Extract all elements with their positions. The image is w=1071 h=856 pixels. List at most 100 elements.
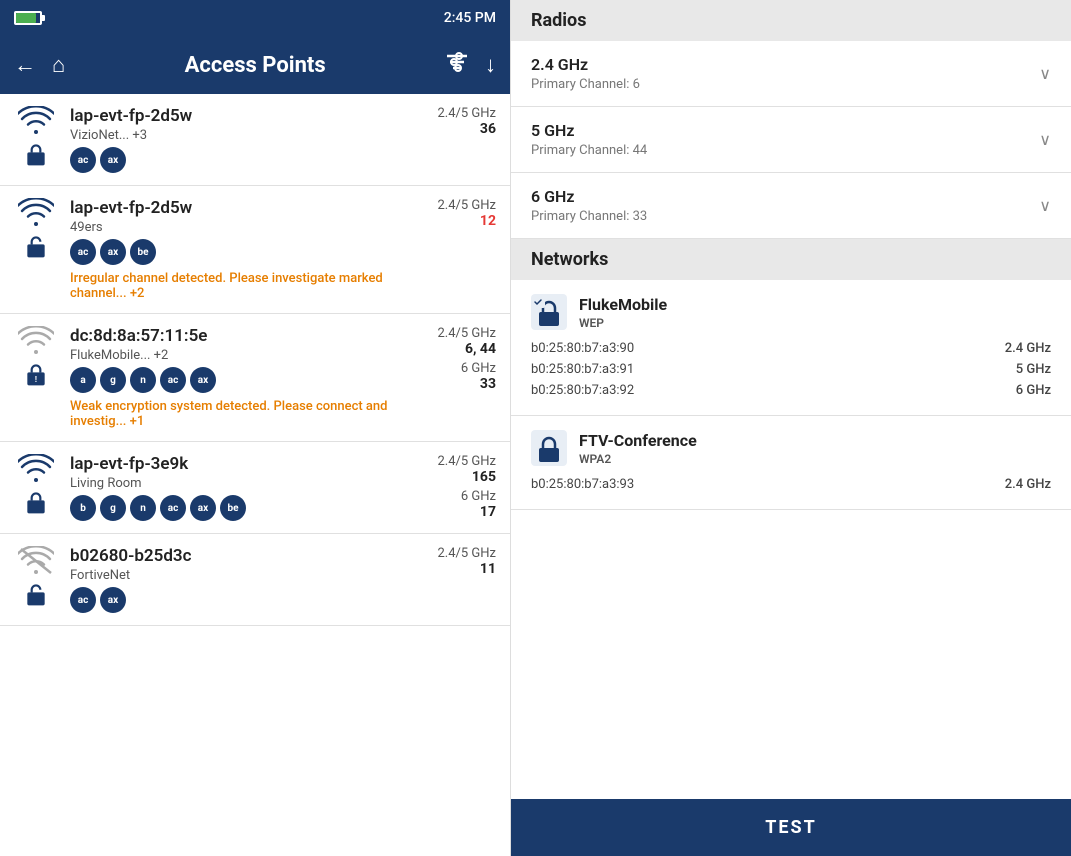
- ap-channel-info: 2.4/5 GHz 36: [426, 106, 496, 137]
- ap-details: lap-evt-fp-2d5w VizioNet... +3 ac ax: [70, 106, 414, 173]
- radio-channel: Primary Channel: 6: [531, 77, 640, 92]
- badge-b: b: [70, 495, 96, 521]
- page-title: Access Points: [81, 53, 429, 78]
- badge-be: be: [130, 239, 156, 265]
- network-wep-lock-icon: [531, 294, 567, 330]
- badge-g: g: [100, 367, 126, 393]
- network-lock-icon: [531, 430, 567, 466]
- ap-badges: a g n ac ax: [70, 367, 414, 393]
- badge-ax: ax: [190, 495, 216, 521]
- ap-badges: ac ax: [70, 587, 414, 613]
- ap-channel-info: 2.4/5 GHz 6, 44 6 GHz 33: [426, 326, 496, 392]
- radio-name: 6 GHz: [531, 187, 647, 206]
- ap-channel-info: 2.4/5 GHz 12: [426, 198, 496, 229]
- ap-signal-area: [14, 198, 58, 260]
- network-row: b0:25:80:b7:a3:90 2.4 GHz: [531, 338, 1051, 359]
- ap-signal-area: [14, 454, 58, 516]
- ap-warning: Irregular channel detected. Please inves…: [70, 271, 414, 301]
- ap-network: Living Room: [70, 476, 414, 491]
- left-panel: 2:45 PM ← ⌂ Access Points ↓: [0, 0, 510, 856]
- lock-open-icon: [23, 582, 49, 608]
- network-type: WEP: [579, 316, 667, 330]
- ap-details: dc:8d:8a:57:11:5e FlukeMobile... +2 a g …: [70, 326, 414, 429]
- radio-name: 5 GHz: [531, 121, 647, 140]
- badge-n: n: [130, 367, 156, 393]
- badge-ax: ax: [100, 147, 126, 173]
- ap-signal-area: [14, 106, 58, 168]
- filter-button[interactable]: [445, 52, 469, 78]
- access-point-list: lap-evt-fp-2d5w VizioNet... +3 ac ax 2.4…: [0, 94, 510, 856]
- chevron-down-icon: ∨: [1039, 64, 1051, 83]
- ap-signal-area: !: [14, 326, 58, 388]
- test-button[interactable]: TEST: [511, 799, 1071, 856]
- ap-warning: Weak encryption system detected. Please …: [70, 399, 414, 429]
- frequency: 6 GHz: [1016, 383, 1051, 398]
- mac-address: b0:25:80:b7:a3:93: [531, 477, 634, 492]
- radio-item-24ghz[interactable]: 2.4 GHz Primary Channel: 6 ∨: [511, 41, 1071, 107]
- radio-channel: Primary Channel: 33: [531, 209, 647, 224]
- lock-closed-icon: [23, 142, 49, 168]
- wifi-strong-icon: [18, 454, 54, 484]
- ap-name: lap-evt-fp-2d5w: [70, 198, 414, 218]
- lock-warning-icon: !: [23, 362, 49, 388]
- ap-name: lap-evt-fp-2d5w: [70, 106, 414, 126]
- ap-badges: b g n ac ax be: [70, 495, 414, 521]
- network-row: b0:25:80:b7:a3:93 2.4 GHz: [531, 474, 1051, 495]
- networks-section-header: Networks: [511, 239, 1071, 280]
- ap-badges: ac ax be: [70, 239, 414, 265]
- badge-a: a: [70, 367, 96, 393]
- ap-item[interactable]: lap-evt-fp-3e9k Living Room b g n ac ax …: [0, 442, 510, 534]
- frequency: 5 GHz: [1016, 362, 1051, 377]
- badge-ac: ac: [70, 239, 96, 265]
- ap-network: FortiveNet: [70, 568, 414, 583]
- network-row: b0:25:80:b7:a3:91 5 GHz: [531, 359, 1051, 380]
- lock-open-icon: [23, 234, 49, 260]
- top-bar: ← ⌂ Access Points ↓: [0, 36, 510, 94]
- wifi-weak-icon: [18, 326, 54, 356]
- wifi-off-icon: [18, 546, 54, 576]
- ap-item[interactable]: b02680-b25d3c FortiveNet ac ax 2.4/5 GHz…: [0, 534, 510, 626]
- network-type: WPA2: [579, 452, 697, 466]
- frequency: 2.4 GHz: [1005, 341, 1051, 356]
- badge-ac: ac: [70, 147, 96, 173]
- badge-ax: ax: [100, 587, 126, 613]
- mac-address: b0:25:80:b7:a3:91: [531, 362, 634, 377]
- svg-text:!: !: [35, 375, 37, 384]
- network-row: b0:25:80:b7:a3:92 6 GHz: [531, 380, 1051, 401]
- network-card-header: FTV-Conference WPA2: [531, 430, 1051, 466]
- ap-channel-info: 2.4/5 GHz 165 6 GHz 17: [426, 454, 496, 520]
- network-card-flukemobile[interactable]: FlukeMobile WEP b0:25:80:b7:a3:90 2.4 GH…: [511, 280, 1071, 416]
- lock-closed-icon: [23, 490, 49, 516]
- badge-g: g: [100, 495, 126, 521]
- ap-item[interactable]: ! dc:8d:8a:57:11:5e FlukeMobile... +2 a …: [0, 314, 510, 442]
- ap-item[interactable]: lap-evt-fp-2d5w VizioNet... +3 ac ax 2.4…: [0, 94, 510, 186]
- home-button[interactable]: ⌂: [52, 52, 65, 78]
- ap-item[interactable]: lap-evt-fp-2d5w 49ers ac ax be Irregular…: [0, 186, 510, 314]
- radio-channel: Primary Channel: 44: [531, 143, 647, 158]
- ap-details: b02680-b25d3c FortiveNet ac ax: [70, 546, 414, 613]
- ap-name: lap-evt-fp-3e9k: [70, 454, 414, 474]
- back-button[interactable]: ←: [14, 52, 36, 78]
- radio-name: 2.4 GHz: [531, 55, 640, 74]
- radio-item-6ghz[interactable]: 6 GHz Primary Channel: 33 ∨: [511, 173, 1071, 239]
- ap-details: lap-evt-fp-2d5w 49ers ac ax be Irregular…: [70, 198, 414, 301]
- ap-channel-info: 2.4/5 GHz 11: [426, 546, 496, 577]
- badge-ac: ac: [160, 495, 186, 521]
- chevron-down-icon: ∨: [1039, 130, 1051, 149]
- radios-section-header: Radios: [511, 0, 1071, 41]
- ap-network: FlukeMobile... +2: [70, 348, 414, 363]
- badge-ac: ac: [160, 367, 186, 393]
- ap-badges: ac ax: [70, 147, 414, 173]
- badge-ax: ax: [190, 367, 216, 393]
- status-bar: 2:45 PM: [0, 0, 510, 36]
- frequency: 2.4 GHz: [1005, 477, 1051, 492]
- radio-item-5ghz[interactable]: 5 GHz Primary Channel: 44 ∨: [511, 107, 1071, 173]
- download-button[interactable]: ↓: [485, 52, 496, 78]
- ap-name: dc:8d:8a:57:11:5e: [70, 326, 414, 346]
- mac-address: b0:25:80:b7:a3:92: [531, 383, 634, 398]
- ap-network: 49ers: [70, 220, 414, 235]
- network-name: FlukeMobile: [579, 295, 667, 314]
- wifi-strong-icon: [18, 106, 54, 136]
- network-name: FTV-Conference: [579, 431, 697, 450]
- network-card-ftv-conference[interactable]: FTV-Conference WPA2 b0:25:80:b7:a3:93 2.…: [511, 416, 1071, 510]
